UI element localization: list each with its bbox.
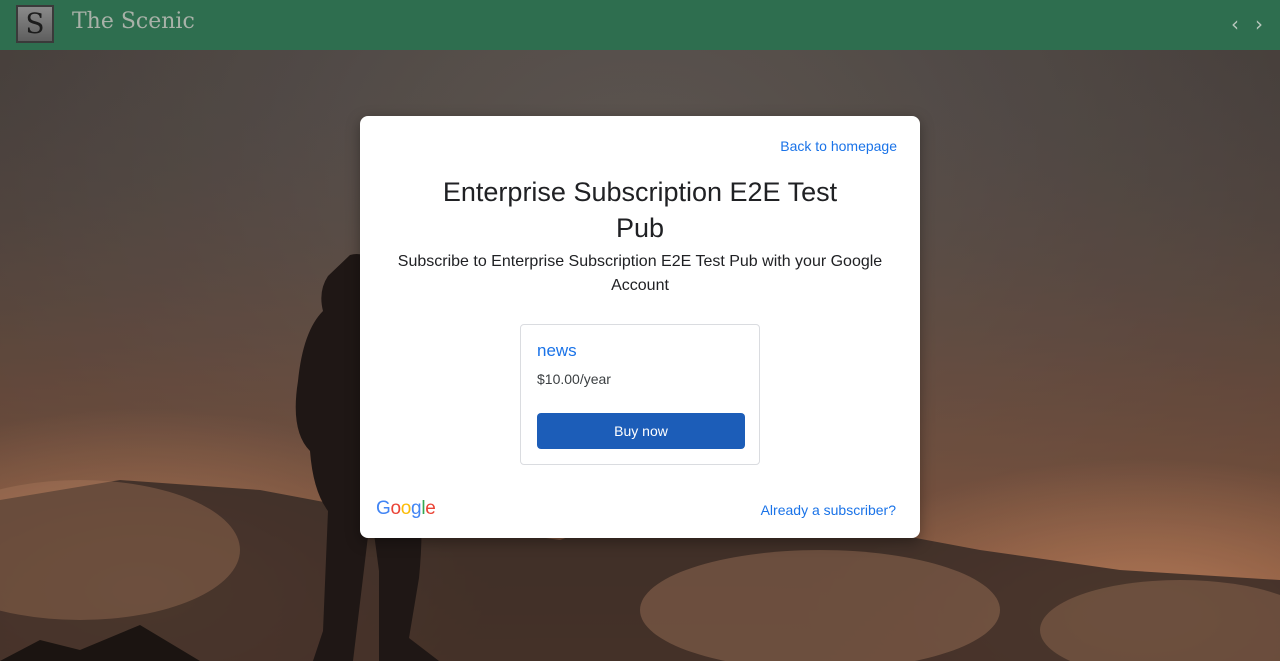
- back-to-homepage-link[interactable]: Back to homepage: [780, 138, 897, 154]
- chevron-right-icon[interactable]: ›: [1252, 12, 1266, 36]
- site-logo-letter: S: [25, 7, 45, 40]
- offer-card: news $10.00/year Buy now: [520, 324, 760, 465]
- google-logo-letter: o: [390, 498, 401, 519]
- google-logo-letter: e: [425, 498, 436, 519]
- google-logo-letter: G: [376, 498, 391, 519]
- subscription-dialog: Back to homepage Enterprise Subscription…: [360, 116, 920, 538]
- offer-name: news: [537, 341, 577, 360]
- offer-price: $10.00/year: [537, 371, 611, 387]
- dialog-subtitle: Subscribe to Enterprise Subscription E2E…: [397, 253, 883, 294]
- carousel-nav: ‹ ›: [1228, 12, 1266, 36]
- dialog-title: Enterprise Subscription E2E Test Pub: [442, 177, 838, 243]
- google-logo-letter: g: [411, 498, 422, 519]
- buy-now-button[interactable]: Buy now: [537, 413, 745, 449]
- google-logo-letter: o: [400, 498, 412, 519]
- site-header: S The Scenic ‹ ›: [0, 0, 1280, 50]
- chevron-left-icon[interactable]: ‹: [1228, 12, 1242, 36]
- already-subscriber-link[interactable]: Already a subscriber?: [761, 502, 896, 518]
- google-logo: Google: [376, 498, 436, 520]
- site-logo[interactable]: S: [16, 5, 54, 43]
- site-title[interactable]: The Scenic: [72, 9, 195, 34]
